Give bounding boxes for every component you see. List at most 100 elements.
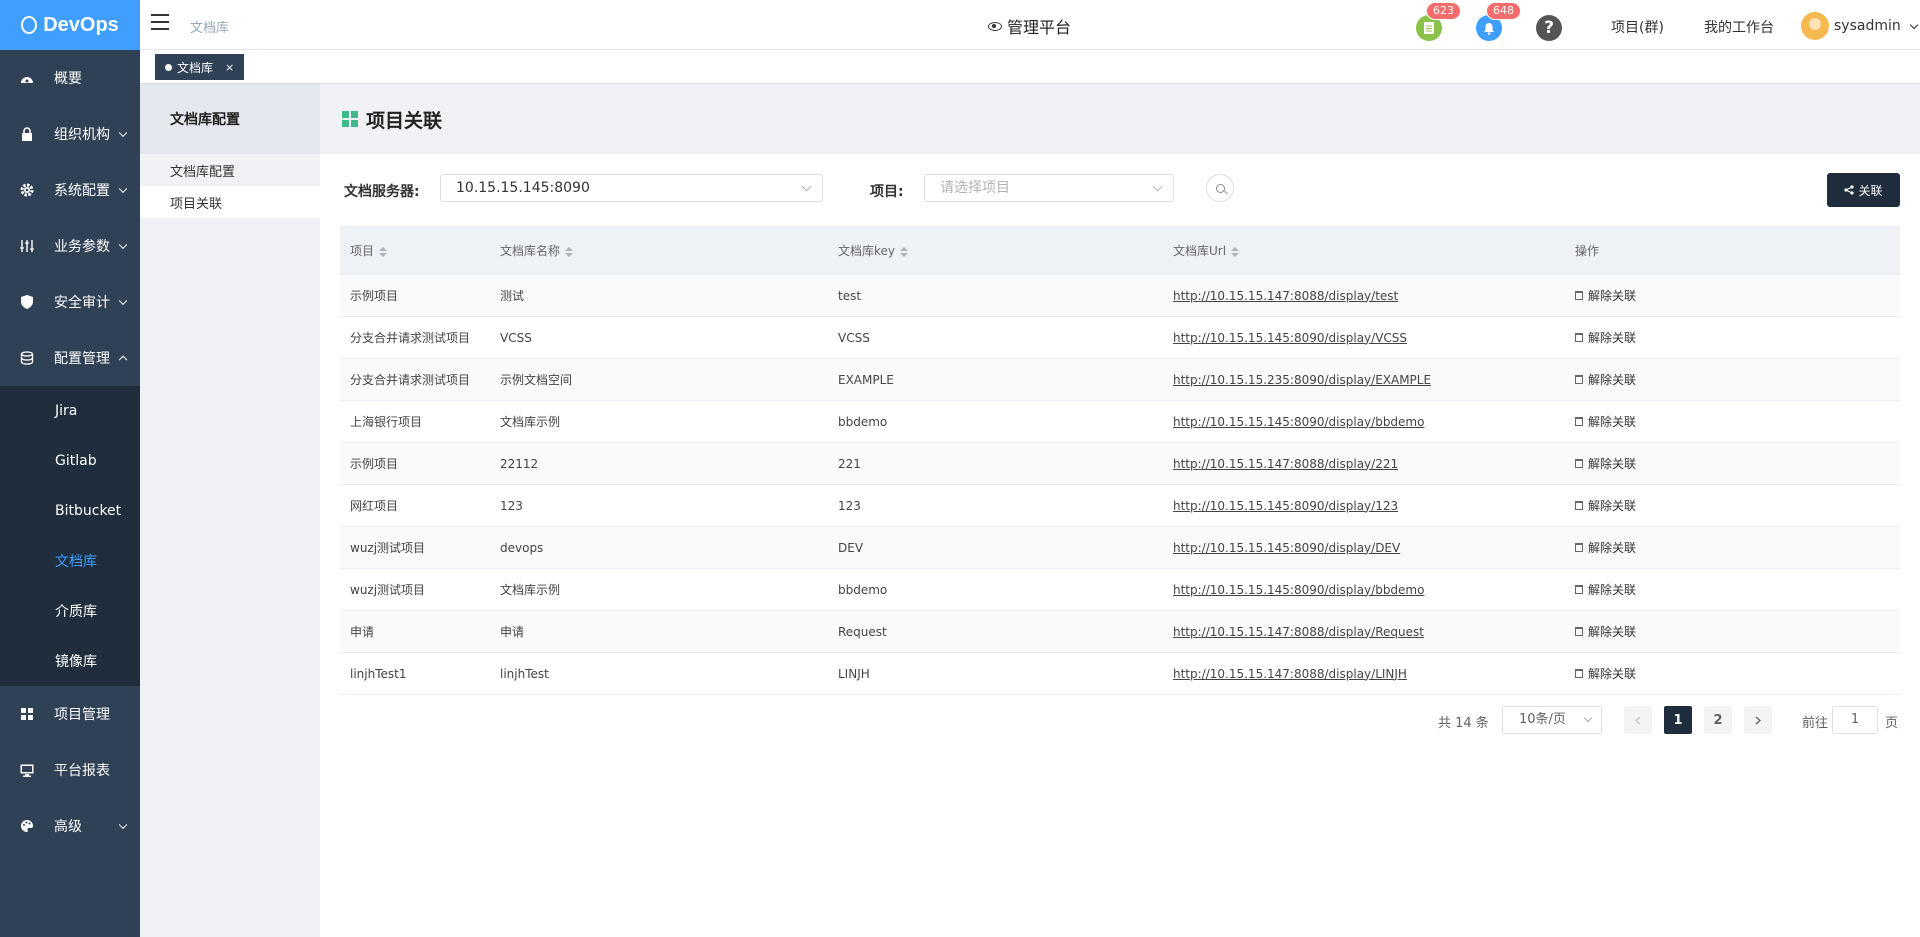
- table-row: 示例项目 测试 test http://10.15.15.147:8088/displ…: [340, 274, 1900, 317]
- unlink-button[interactable]: 解除关联: [1575, 665, 1636, 682]
- notification-button[interactable]: 648: [1476, 2, 1521, 41]
- cell-docurl[interactable]: http://10.15.15.147:8088/display/221: [1173, 457, 1398, 471]
- breadcrumb[interactable]: 文档库: [190, 17, 229, 36]
- submenu-item-bitbucket[interactable]: Bitbucket: [0, 486, 140, 536]
- column-header-docurl[interactable]: 文档库Url: [1163, 226, 1565, 275]
- logo-text: DevOps: [43, 13, 119, 36]
- cell-docurl[interactable]: http://10.15.15.145:8090/display/DEV: [1173, 541, 1400, 555]
- unlink-button[interactable]: 解除关联: [1575, 539, 1636, 556]
- sidebar-item-projects[interactable]: 项目管理: [0, 686, 140, 742]
- logo-icon: [21, 16, 38, 34]
- chevron-down-icon: [801, 181, 812, 192]
- workspace-link[interactable]: 我的工作台: [1704, 17, 1774, 37]
- column-header-dockey[interactable]: 文档库key: [828, 226, 1163, 275]
- trash-icon: [1575, 459, 1583, 468]
- table-row: 申请 申请 Request http://10.15.15.147:8088/disp…: [340, 610, 1900, 653]
- server-select[interactable]: 10.15.15.145:8090: [440, 174, 823, 202]
- trash-icon: [1575, 375, 1583, 384]
- secondary-nav-title: 文档库配置: [140, 84, 320, 154]
- cell-project: 上海银行项目: [350, 415, 423, 429]
- sort-icon[interactable]: [565, 246, 574, 257]
- secondary-nav-item-config[interactable]: 文档库配置: [140, 154, 320, 186]
- prev-page-button[interactable]: [1624, 706, 1652, 734]
- cell-docurl[interactable]: http://10.15.15.145:8090/display/bbdemo: [1173, 415, 1424, 429]
- sidebar-item-configmgmt[interactable]: 配置管理: [0, 330, 140, 386]
- unlink-button[interactable]: 解除关联: [1575, 287, 1636, 304]
- link-button[interactable]: 关联: [1827, 173, 1900, 207]
- table-row: 上海银行项目 文档库示例 bbdemo http://10.15.15.145:809…: [340, 400, 1900, 443]
- cell-dockey: 123: [838, 498, 861, 513]
- sidebar-item-audit[interactable]: 安全审计: [0, 274, 140, 330]
- unlink-button[interactable]: 解除关联: [1575, 455, 1636, 472]
- sort-icon[interactable]: [900, 246, 909, 257]
- dashboard-icon: [20, 71, 34, 85]
- filter-bar: 文档服务器: 10.15.15.145:8090 项目: 请选择项目 关联: [344, 173, 1904, 207]
- secondary-nav-item-relations[interactable]: 项目关联: [140, 186, 320, 218]
- goto-label: 前往: [1802, 716, 1829, 731]
- cell-docurl[interactable]: http://10.15.15.145:8090/display/bbdemo: [1173, 583, 1424, 597]
- page-button-1[interactable]: 1: [1664, 706, 1692, 734]
- cell-docname: 22112: [500, 456, 539, 471]
- cell-docname: 申请: [500, 625, 525, 639]
- cell-docurl[interactable]: http://10.15.15.235:8090/display/EXAMPLE: [1173, 373, 1431, 387]
- sidebar-item-sysconfig[interactable]: 系统配置: [0, 162, 140, 218]
- server-select-value: 10.15.15.145:8090: [456, 180, 590, 196]
- unlink-label: 解除关联: [1588, 499, 1637, 513]
- sort-icon[interactable]: [379, 246, 388, 257]
- sidebar-item-reports[interactable]: 平台报表: [0, 742, 140, 798]
- help-icon[interactable]: ?: [1536, 15, 1562, 41]
- chevron-down-icon: [118, 240, 128, 250]
- sidebar-item-overview[interactable]: 概要: [0, 50, 140, 106]
- unlink-button[interactable]: 解除关联: [1575, 413, 1636, 430]
- trash-icon: [1575, 333, 1583, 342]
- page-button-2[interactable]: 2: [1704, 706, 1732, 734]
- cell-dockey: 221: [838, 456, 861, 471]
- sidebar-item-bizparams[interactable]: 业务参数: [0, 218, 140, 274]
- unlink-button[interactable]: 解除关联: [1575, 581, 1636, 598]
- server-label: 文档服务器:: [344, 184, 420, 200]
- sidebar-item-advanced[interactable]: 高级: [0, 798, 140, 854]
- unlink-button[interactable]: 解除关联: [1575, 497, 1636, 514]
- hamburger-icon[interactable]: [151, 14, 169, 30]
- chevron-down-icon: [118, 128, 128, 138]
- unlink-button[interactable]: 解除关联: [1575, 371, 1636, 388]
- cell-project: 申请: [350, 625, 375, 639]
- cell-docurl[interactable]: http://10.15.15.147:8088/display/LINJH: [1173, 667, 1407, 681]
- column-header-project[interactable]: 项目: [340, 226, 490, 275]
- projects-link[interactable]: 项目(群): [1611, 17, 1664, 37]
- submenu-item-gitlab[interactable]: Gitlab: [0, 436, 140, 486]
- sort-icon[interactable]: [1231, 246, 1240, 257]
- cell-docurl[interactable]: http://10.15.15.147:8088/display/Request: [1173, 625, 1424, 639]
- palette-icon: [20, 819, 34, 833]
- cell-docname: 文档库示例: [500, 583, 561, 597]
- submenu-item-media[interactable]: 介质库: [0, 586, 140, 636]
- todo-button[interactable]: 623: [1416, 2, 1461, 41]
- cell-docurl[interactable]: http://10.15.15.147:8088/display/test: [1173, 289, 1398, 303]
- tag-doclib[interactable]: 文档库 ×: [155, 54, 245, 80]
- cell-docurl[interactable]: http://10.15.15.145:8090/display/123: [1173, 499, 1398, 513]
- user-menu[interactable]: sysadmin: [1801, 12, 1918, 40]
- page-size-select[interactable]: 10条/页: [1502, 706, 1602, 734]
- logo[interactable]: DevOps: [0, 0, 140, 50]
- share-icon: [1844, 185, 1855, 195]
- submenu-item-images[interactable]: 镜像库: [0, 636, 140, 686]
- goto-page-input[interactable]: 1: [1832, 706, 1878, 734]
- submenu-item-jira[interactable]: Jira: [0, 386, 140, 436]
- trash-icon: [1575, 417, 1583, 426]
- chevron-down-icon: [1909, 20, 1918, 29]
- search-button[interactable]: [1206, 174, 1234, 202]
- unlink-button[interactable]: 解除关联: [1575, 329, 1636, 346]
- column-header-docname[interactable]: 文档库名称: [490, 226, 828, 275]
- unlink-button[interactable]: 解除关联: [1575, 623, 1636, 640]
- next-page-button[interactable]: [1744, 706, 1772, 734]
- close-icon[interactable]: ×: [225, 61, 234, 74]
- cell-docurl[interactable]: http://10.15.15.145:8090/display/VCSS: [1173, 331, 1407, 345]
- unlink-label: 解除关联: [1588, 289, 1637, 303]
- submenu-item-doclib[interactable]: 文档库: [0, 536, 140, 586]
- platform-switch[interactable]: 管理平台: [988, 14, 1071, 38]
- project-select[interactable]: 请选择项目: [924, 174, 1174, 202]
- unlink-label: 解除关联: [1588, 415, 1637, 429]
- sidebar-item-org[interactable]: 组织机构: [0, 106, 140, 162]
- unlink-label: 解除关联: [1588, 331, 1637, 345]
- trash-icon: [1575, 501, 1583, 510]
